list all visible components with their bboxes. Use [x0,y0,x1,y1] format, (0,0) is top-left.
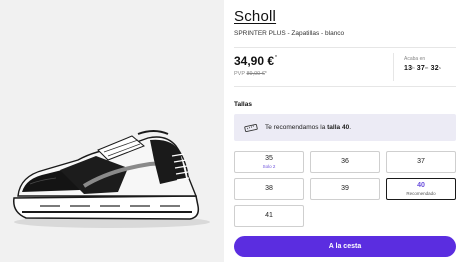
size-option-36[interactable]: 36 [310,151,380,173]
size-label: 41 [265,212,273,219]
size-label: 36 [341,158,349,165]
size-label: 38 [265,185,273,192]
product-subtitle: SPRINTER PLUS - Zapatillas - blanco [234,30,345,37]
pvp-label: PVP [234,71,245,77]
add-to-cart-button[interactable]: A la cesta [234,236,456,257]
recommendation-text: Te recomendamos la talla 40. [265,124,351,131]
size-label: 40 [417,181,425,189]
pvp-old-price: 89,00 € [246,71,265,77]
size-label: 39 [341,185,349,192]
product-info-panel: Scholl SPRINTER PLUS - Zapatillas - blan… [234,0,460,262]
size-option-37[interactable]: 37 [386,151,456,173]
recommended-note: Recomendado [406,190,436,196]
price-value: 34,90 € [234,54,275,68]
countdown-hours: 13 [404,65,413,72]
product-image[interactable] [0,0,224,262]
recommendation-prefix: Te recomendamos la [265,124,328,131]
countdown-timer: 13h 37m 32s [404,65,456,72]
size-label: 37 [417,158,425,165]
sizes-title: Tallas [234,101,252,108]
countdown-hours-unit: h [412,65,415,70]
countdown-seconds: 32 [430,65,439,72]
current-price: 34,90 €* [234,54,277,68]
brand-link[interactable]: Scholl [234,8,276,25]
countdown-minutes-unit: m [424,65,429,70]
price-marker: * [275,55,277,61]
price-section: 34,90 €* PVP 89,00 €* Acaba en 13h 37m 3… [234,47,456,87]
size-option-38[interactable]: 38 [234,178,304,200]
countdown-minutes: 37 [416,65,425,72]
size-option-41[interactable]: 41 [234,205,304,227]
pvp-marker: * [264,71,267,77]
size-option-40[interactable]: 40 Recomendado [386,178,456,200]
size-label: 35 [265,154,273,162]
size-option-35[interactable]: 35 Solo 2 [234,151,304,173]
ends-label: Acaba en [404,56,426,62]
countdown-box: Acaba en 13h 37m 32s [393,53,456,81]
sneaker-illustration [13,130,210,228]
stock-note: Solo 2 [262,163,276,169]
size-option-39[interactable]: 39 [310,178,380,200]
recommendation-suffix: . [349,124,351,131]
size-recommendation[interactable]: Te recomendamos la talla 40. [234,114,456,141]
recommended-size: talla 40 [327,124,350,131]
ruler-icon [244,123,258,132]
pvp-price: PVP 89,00 €* [234,71,267,77]
countdown-seconds-unit: s [438,65,442,70]
